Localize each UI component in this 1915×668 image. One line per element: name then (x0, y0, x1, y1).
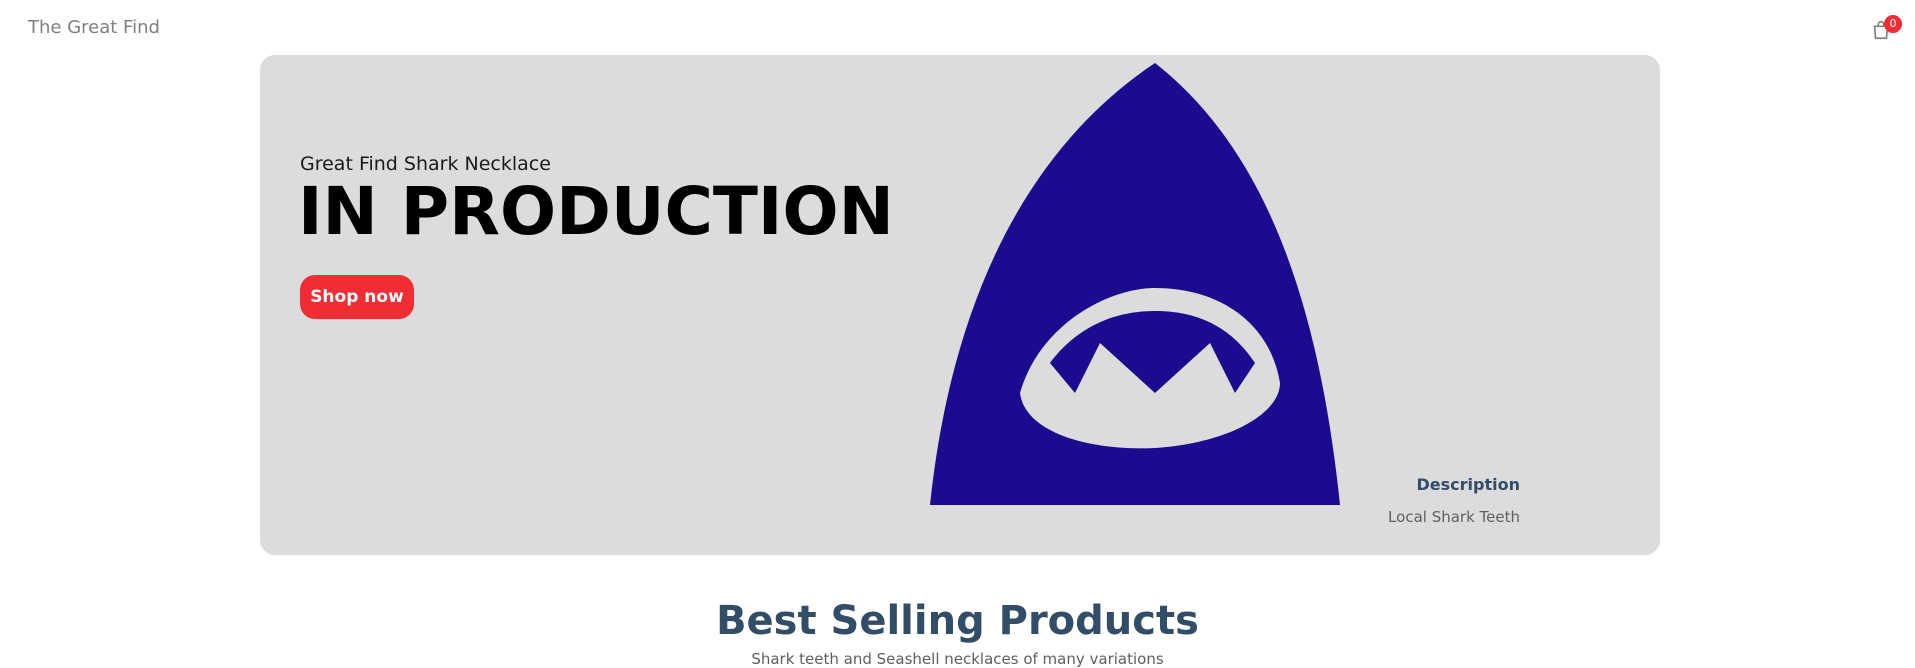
description-title: Description (1416, 475, 1520, 494)
hero-product-name: Great Find Shark Necklace (300, 153, 551, 175)
site-logo-link[interactable]: The Great Find (28, 17, 160, 38)
shop-now-button[interactable]: Shop now (300, 275, 414, 319)
hero-headline: IN PRODUCTION (298, 173, 894, 250)
products-heading: Best Selling Products (716, 598, 1199, 644)
cart-count-badge: 0 (1884, 15, 1902, 33)
description-block: Description Local Shark Teeth (1388, 475, 1520, 526)
hero-banner: Great Find Shark Necklace IN PRODUCTION … (260, 55, 1660, 555)
shark-tooth-logo-image (930, 63, 1340, 505)
cart-button[interactable]: 0 (1868, 15, 1902, 44)
description-text: Local Shark Teeth (1388, 508, 1520, 526)
products-subheading: Shark teeth and Seashell necklaces of ma… (751, 650, 1164, 668)
navbar: The Great Find 0 (0, 0, 1915, 55)
